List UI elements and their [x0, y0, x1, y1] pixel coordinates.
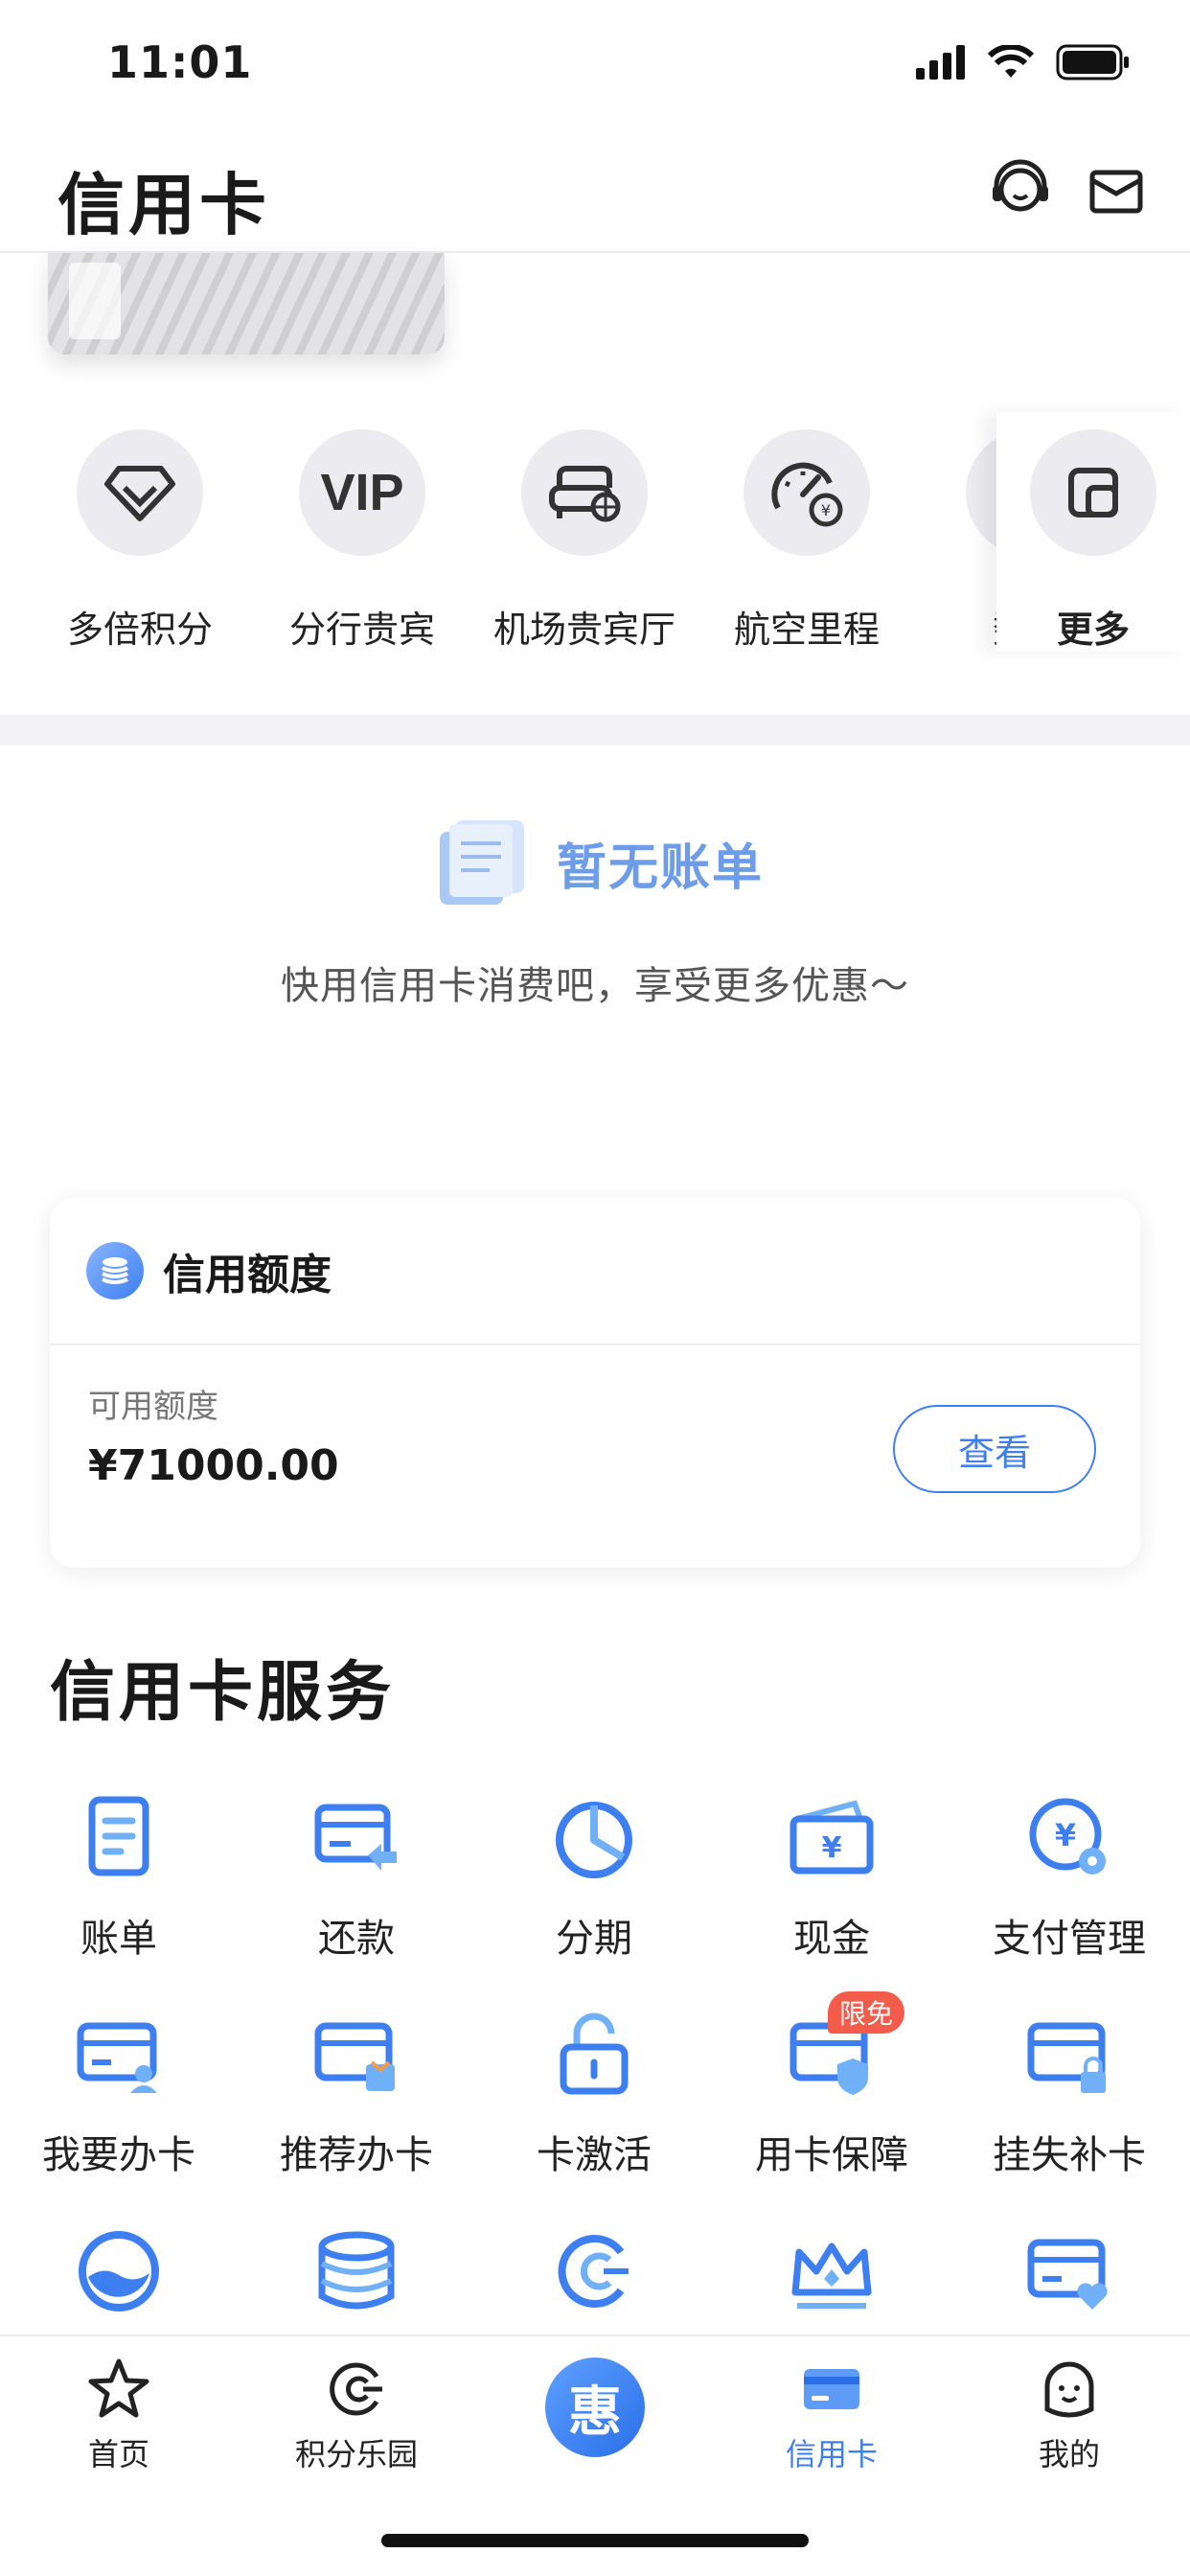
cellular-signal-icon [916, 45, 965, 80]
tab-points-park[interactable]: 积分乐园 [238, 2356, 475, 2474]
service-row3-item-5[interactable] [950, 2223, 1188, 2319]
status-bar: 11:01 [0, 0, 1190, 126]
perk-multi-points[interactable]: 多倍积分 [29, 422, 251, 653]
wave-circle-icon [79, 2231, 159, 2312]
perks-more-button[interactable]: 更多 [996, 412, 1190, 652]
service-report-loss[interactable]: 挂失补卡 [950, 2007, 1188, 2179]
limited-free-badge: 限免 [827, 1991, 904, 2034]
mail-icon [1089, 170, 1143, 214]
view-limit-button[interactable]: 查看 [893, 1405, 1096, 1493]
credit-card-icon [804, 2369, 859, 2409]
service-card-protection[interactable]: 限免 用卡保障 [713, 1991, 950, 2179]
tab-label: 积分乐园 [294, 2436, 418, 2472]
pie-chart-icon [556, 1802, 632, 1878]
svg-text:¥: ¥ [821, 501, 831, 519]
bill-doc-icon [88, 1796, 149, 1876]
service-label: 卡激活 [537, 2133, 652, 2177]
repay-card-icon [314, 1804, 397, 1871]
svg-text:¥: ¥ [822, 1831, 842, 1865]
payment-settings-icon: ¥ [1029, 1798, 1106, 1874]
tab-label: 信用卡 [785, 2436, 878, 2472]
battery-icon [1056, 44, 1129, 80]
service-label: 现金 [793, 1917, 870, 1961]
apply-card-icon [77, 2022, 157, 2093]
gauge-yen-icon: ¥ [771, 462, 843, 527]
empty-bill-title: 暂无账单 [556, 839, 764, 897]
svg-text:¥: ¥ [1055, 1817, 1076, 1853]
card-lock-icon [1027, 2022, 1106, 2093]
service-label: 挂失补卡 [993, 2133, 1146, 2177]
lounge-sofa-icon [549, 466, 621, 522]
customer-service-button[interactable] [987, 157, 1054, 224]
points-c-icon [330, 2362, 382, 2416]
messages-button[interactable] [1083, 157, 1150, 224]
perk-label: 多倍积分 [66, 609, 213, 651]
service-row3-item-4[interactable] [713, 2223, 950, 2319]
credit-limit-title: 信用额度 [163, 1251, 332, 1300]
available-limit-label: 可用额度 [88, 1388, 218, 1426]
tab-mine[interactable]: 我的 [950, 2356, 1188, 2474]
service-installment[interactable]: 分期 [475, 1790, 713, 1963]
available-limit-amount: ¥71000.00 [88, 1441, 339, 1490]
status-time: 11:01 [107, 36, 253, 88]
service-repay[interactable]: 还款 [238, 1790, 475, 1963]
status-icons [916, 44, 1131, 80]
perk-airport-lounge[interactable]: 机场贵宾厅 [473, 422, 696, 653]
empty-bill-section: 暂无账单 快用信用卡消费吧，享受更多优惠～ [0, 815, 1190, 1010]
perk-branch-vip[interactable]: VIP 分行贵宾 [251, 422, 473, 653]
service-cash[interactable]: ¥ 现金 [713, 1790, 950, 1963]
credit-limit-card: 信用额度 可用额度 ¥71000.00 查看 [50, 1198, 1140, 1568]
services-title: 信用卡服务 [50, 1655, 396, 1731]
service-label: 账单 [80, 1917, 157, 1961]
service-label: 用卡保障 [755, 2133, 908, 2177]
unlock-icon [560, 2012, 629, 2095]
tab-home[interactable]: 首页 [0, 2356, 238, 2474]
service-recommend-card[interactable]: 推荐办卡 [238, 2007, 475, 2179]
tab-label: 首页 [87, 2436, 149, 2472]
database-stack-icon [318, 2231, 395, 2310]
service-payment-management[interactable]: ¥ 支付管理 [950, 1790, 1188, 1963]
diamond-icon [104, 466, 175, 521]
more-grid-icon [1068, 468, 1118, 518]
card-heart-icon [1027, 2239, 1108, 2310]
empty-bill-icon [439, 820, 524, 905]
home-indicator [381, 2534, 809, 2547]
service-row3-item-2[interactable] [238, 2223, 475, 2319]
perks-more-label: 更多 [1056, 609, 1130, 651]
points-c-icon [558, 2235, 629, 2308]
page-title: 信用卡 [57, 166, 270, 244]
service-apply-card[interactable]: 我要办卡 [0, 2007, 238, 2179]
service-label: 分期 [556, 1917, 632, 1961]
service-label: 我要办卡 [42, 2133, 195, 2177]
vip-icon: VIP [320, 464, 404, 521]
service-label: 还款 [318, 1917, 395, 1961]
service-bill[interactable]: 账单 [0, 1790, 238, 1963]
service-label: 推荐办卡 [280, 2133, 433, 2177]
service-card-activation[interactable]: 卡激活 [475, 2007, 713, 2179]
wifi-icon [987, 45, 1035, 78]
service-row3-item-1[interactable] [0, 2223, 238, 2319]
perk-label: 分行贵宾 [288, 609, 435, 651]
cash-wallet-icon: ¥ [790, 1800, 874, 1874]
empty-bill-subtitle: 快用信用卡消费吧，享受更多优惠～ [281, 964, 909, 1008]
service-row3-item-3[interactable] [475, 2223, 713, 2319]
coins-icon [86, 1242, 144, 1300]
perk-label: 机场贵宾厅 [492, 609, 675, 651]
crown-icon [791, 2242, 872, 2309]
profile-face-icon [1044, 2361, 1094, 2418]
perk-label: 航空里程 [733, 609, 880, 651]
service-label: 支付管理 [993, 1917, 1146, 1961]
headset-icon [993, 159, 1048, 212]
perk-air-miles[interactable]: ¥ 航空里程 [696, 422, 918, 653]
tab-center-promo-button[interactable]: 惠 [545, 2358, 645, 2457]
section-divider [0, 715, 1190, 746]
tab-credit-card[interactable]: 信用卡 [713, 2356, 950, 2474]
tab-label: 我的 [1038, 2436, 1100, 2472]
page-header: 信用卡 [0, 126, 1190, 253]
card-logo-mark [69, 263, 121, 339]
credit-card-image[interactable] [48, 253, 445, 355]
star-icon [88, 2358, 149, 2418]
recommend-card-icon [314, 2022, 395, 2091]
